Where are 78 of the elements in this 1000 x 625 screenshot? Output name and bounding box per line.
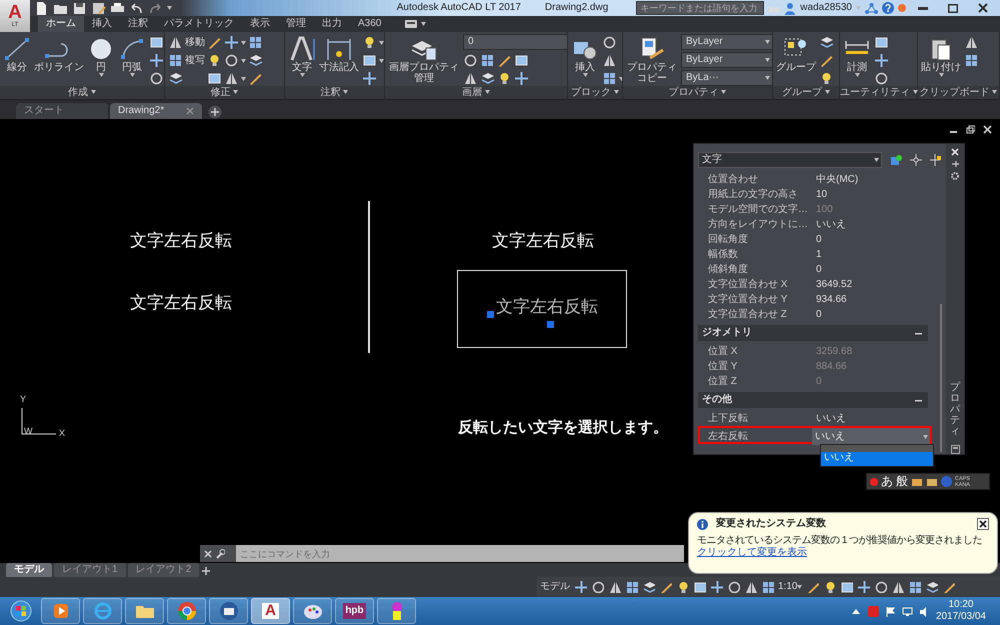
search-field[interactable]: キーワードまたは語句を入力 [636, 1, 764, 15]
property-row-text: 上下反転 いいえ [707, 412, 847, 426]
property-row-text: 位置 Z 0 [707, 374, 823, 389]
ribbon-tool-button[interactable]: グループ [776, 34, 816, 86]
section-header[interactable]: ジオメトリ [698, 325, 928, 341]
drawing-text: 文字左右反転 [130, 231, 232, 252]
input-mode-button[interactable]: あ [881, 474, 893, 489]
ribbon-tab[interactable]: ホーム [38, 16, 84, 32]
ribbon-tool-button[interactable]: 計測 [843, 34, 871, 86]
ribbon-tool-button[interactable]: 移動 [168, 34, 205, 51]
ribbon-tool-button[interactable]: 円 [87, 34, 115, 86]
panel-title-button[interactable]: プロパティ [623, 86, 772, 99]
property-row-text: 傾斜角度 0 [707, 262, 823, 277]
ribbon-tool-button[interactable]: 円弧 [118, 34, 146, 86]
clock-date: 2017/03/04 [936, 611, 986, 623]
panel-title-button[interactable]: 修正 [165, 86, 284, 99]
ribbon-tool-button[interactable]: 寸法記入 [319, 34, 359, 86]
ribbon-tab[interactable]: パラメトリック [156, 16, 242, 32]
ribbon-tab[interactable]: 出力 [314, 16, 350, 32]
status-bar-button[interactable]: 1:10 [777, 578, 804, 595]
ribbon-tab[interactable]: 挿入 [84, 16, 120, 32]
property-row-text: 位置 Y 884.66 [707, 360, 848, 374]
ribbon-tool-button[interactable]: 線分 [3, 34, 31, 86]
property-row-text: 文字位置合わせ Y 934.66 [707, 292, 848, 307]
notification-message: モニタされているシステム変数の 1 つが推奨値から変更されました [697, 535, 984, 546]
ribbon-tool-button[interactable]: 挿入 [571, 34, 599, 86]
notification-title: 変更されたシステム変数 [716, 518, 826, 530]
status-bar-button[interactable]: モデル [539, 578, 571, 595]
ribbon-tab[interactable]: 表示 [242, 16, 278, 32]
panel-title-button[interactable]: グループ [773, 86, 839, 99]
property-row-text: 方向をレイアウトに… いいえ [707, 218, 847, 232]
clock-time: 10:20 [947, 599, 974, 611]
property-row-text: 幅係数 1 [707, 248, 823, 262]
taskbar-app-button[interactable]: A [251, 598, 290, 624]
property-row-text: 位置 X 3259.68 [707, 344, 854, 359]
property-row-text: 文字位置合わせ X 3649.52 [707, 278, 854, 292]
notification-link[interactable]: クリックして変更を表示 [697, 547, 807, 558]
ribbon-tool-button[interactable]: 貼り付け [921, 34, 961, 86]
user-name[interactable]: wada28530 [800, 2, 852, 14]
palette-title: プロパティ [950, 382, 960, 437]
window-title: Autodesk AutoCAD LT 2017 [396, 2, 521, 14]
panel-title-button[interactable]: ユーティリティ [840, 86, 917, 99]
panel-title-button[interactable]: 画層 [385, 86, 567, 99]
drawing-text: 文字左右反転 [496, 297, 598, 318]
dropdown-field[interactable]: 0 [463, 34, 567, 50]
ribbon-tool-button[interactable]: 複写 [168, 52, 205, 69]
dictionary-button[interactable]: 般 [896, 474, 908, 489]
section-header[interactable]: その他 [698, 392, 928, 408]
dropdown-field[interactable]: ByLayer [681, 52, 772, 68]
taskbar-app-button[interactable]: hpb [335, 598, 374, 624]
ribbon-tab[interactable]: 管理 [278, 16, 314, 32]
dropdown-field[interactable]: ByLa··· [681, 70, 772, 86]
property-row-text: 用紙上の文字の高さ 10 [707, 188, 828, 202]
drawing-text: 文字左右反転 [492, 231, 594, 252]
ribbon-tab[interactable]: 注釈 [120, 16, 156, 32]
document-name: Drawing2.dwg [544, 2, 608, 14]
ribbon-tab[interactable]: A360 [350, 16, 390, 32]
ribbon-tool-button[interactable]: ポリライン [34, 34, 84, 86]
panel-title-button[interactable]: ブロック [568, 86, 622, 99]
drawing-text: 文字左右反転 [130, 293, 232, 314]
property-row-text: 位置合わせ 中央(MC) [707, 172, 860, 187]
ribbon-tool-button[interactable]: 画層プロパティ管理 [388, 34, 460, 86]
dropdown-option[interactable]: いいえ [821, 452, 933, 466]
instruction-caption: 反転したい文字を選択します。 [458, 419, 668, 437]
ribbon-tool-button[interactable]: プロパティコピー [626, 34, 678, 86]
property-row-text: モデル空間での文字… 100 [707, 202, 834, 217]
layout-tab[interactable]: モデル [6, 563, 52, 577]
panel-title-button[interactable]: 作成 [0, 86, 164, 99]
property-row-text: 文字位置合わせ Z 0 [707, 308, 823, 322]
object-type-dropdown[interactable]: 文字 [698, 152, 882, 168]
panel-title-button[interactable]: 注釈 [285, 86, 384, 99]
file-tab[interactable]: スタート [16, 103, 108, 119]
dropdown-field[interactable]: ByLayer [681, 34, 772, 50]
ribbon-tool-button[interactable]: 文字 [288, 34, 316, 86]
property-row-text: 回転角度 0 [707, 232, 823, 247]
file-tab[interactable]: Drawing2* [110, 103, 202, 119]
value-dropdown[interactable]: いいえ [812, 428, 930, 445]
panel-title-button[interactable]: クリップボード [918, 86, 999, 99]
